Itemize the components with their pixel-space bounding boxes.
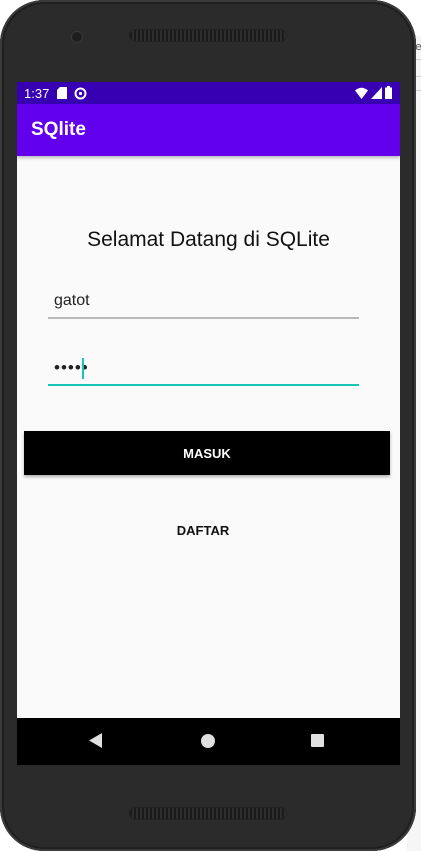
home-icon[interactable] xyxy=(201,734,215,748)
login-form: Selamat Datang di SQLite MASUK DAFTAR xyxy=(17,156,400,718)
username-input[interactable] xyxy=(48,287,359,319)
app-title: SQlite xyxy=(31,119,86,140)
bottom-speaker-grille xyxy=(130,808,286,819)
status-time: 1:37 xyxy=(24,85,50,101)
front-camera xyxy=(72,32,82,42)
recent-apps-icon[interactable] xyxy=(311,734,324,747)
back-icon[interactable] xyxy=(89,733,102,753)
wifi-icon xyxy=(355,87,368,102)
sd-card-icon xyxy=(57,87,68,99)
device-screen: 1:37 SQlite Selamat Datang di SQLite gat… xyxy=(17,82,400,765)
app-bar: SQlite xyxy=(17,104,400,156)
battery-icon xyxy=(385,86,392,102)
login-button[interactable]: MASUK xyxy=(24,431,390,475)
register-button[interactable]: DAFTAR xyxy=(147,512,259,548)
cellular-signal-icon xyxy=(371,86,382,102)
password-input[interactable] xyxy=(48,354,359,386)
navigation-bar xyxy=(17,718,400,765)
top-speaker-grille xyxy=(130,30,286,41)
phone-device-frame: 1:37 SQlite Selamat Datang di SQLite gat… xyxy=(0,0,416,851)
status-indicators xyxy=(355,86,392,102)
sync-icon xyxy=(74,87,87,100)
text-cursor xyxy=(82,358,84,379)
welcome-heading: Selamat Datang di SQLite xyxy=(87,228,330,251)
status-bar: 1:37 xyxy=(17,82,400,104)
